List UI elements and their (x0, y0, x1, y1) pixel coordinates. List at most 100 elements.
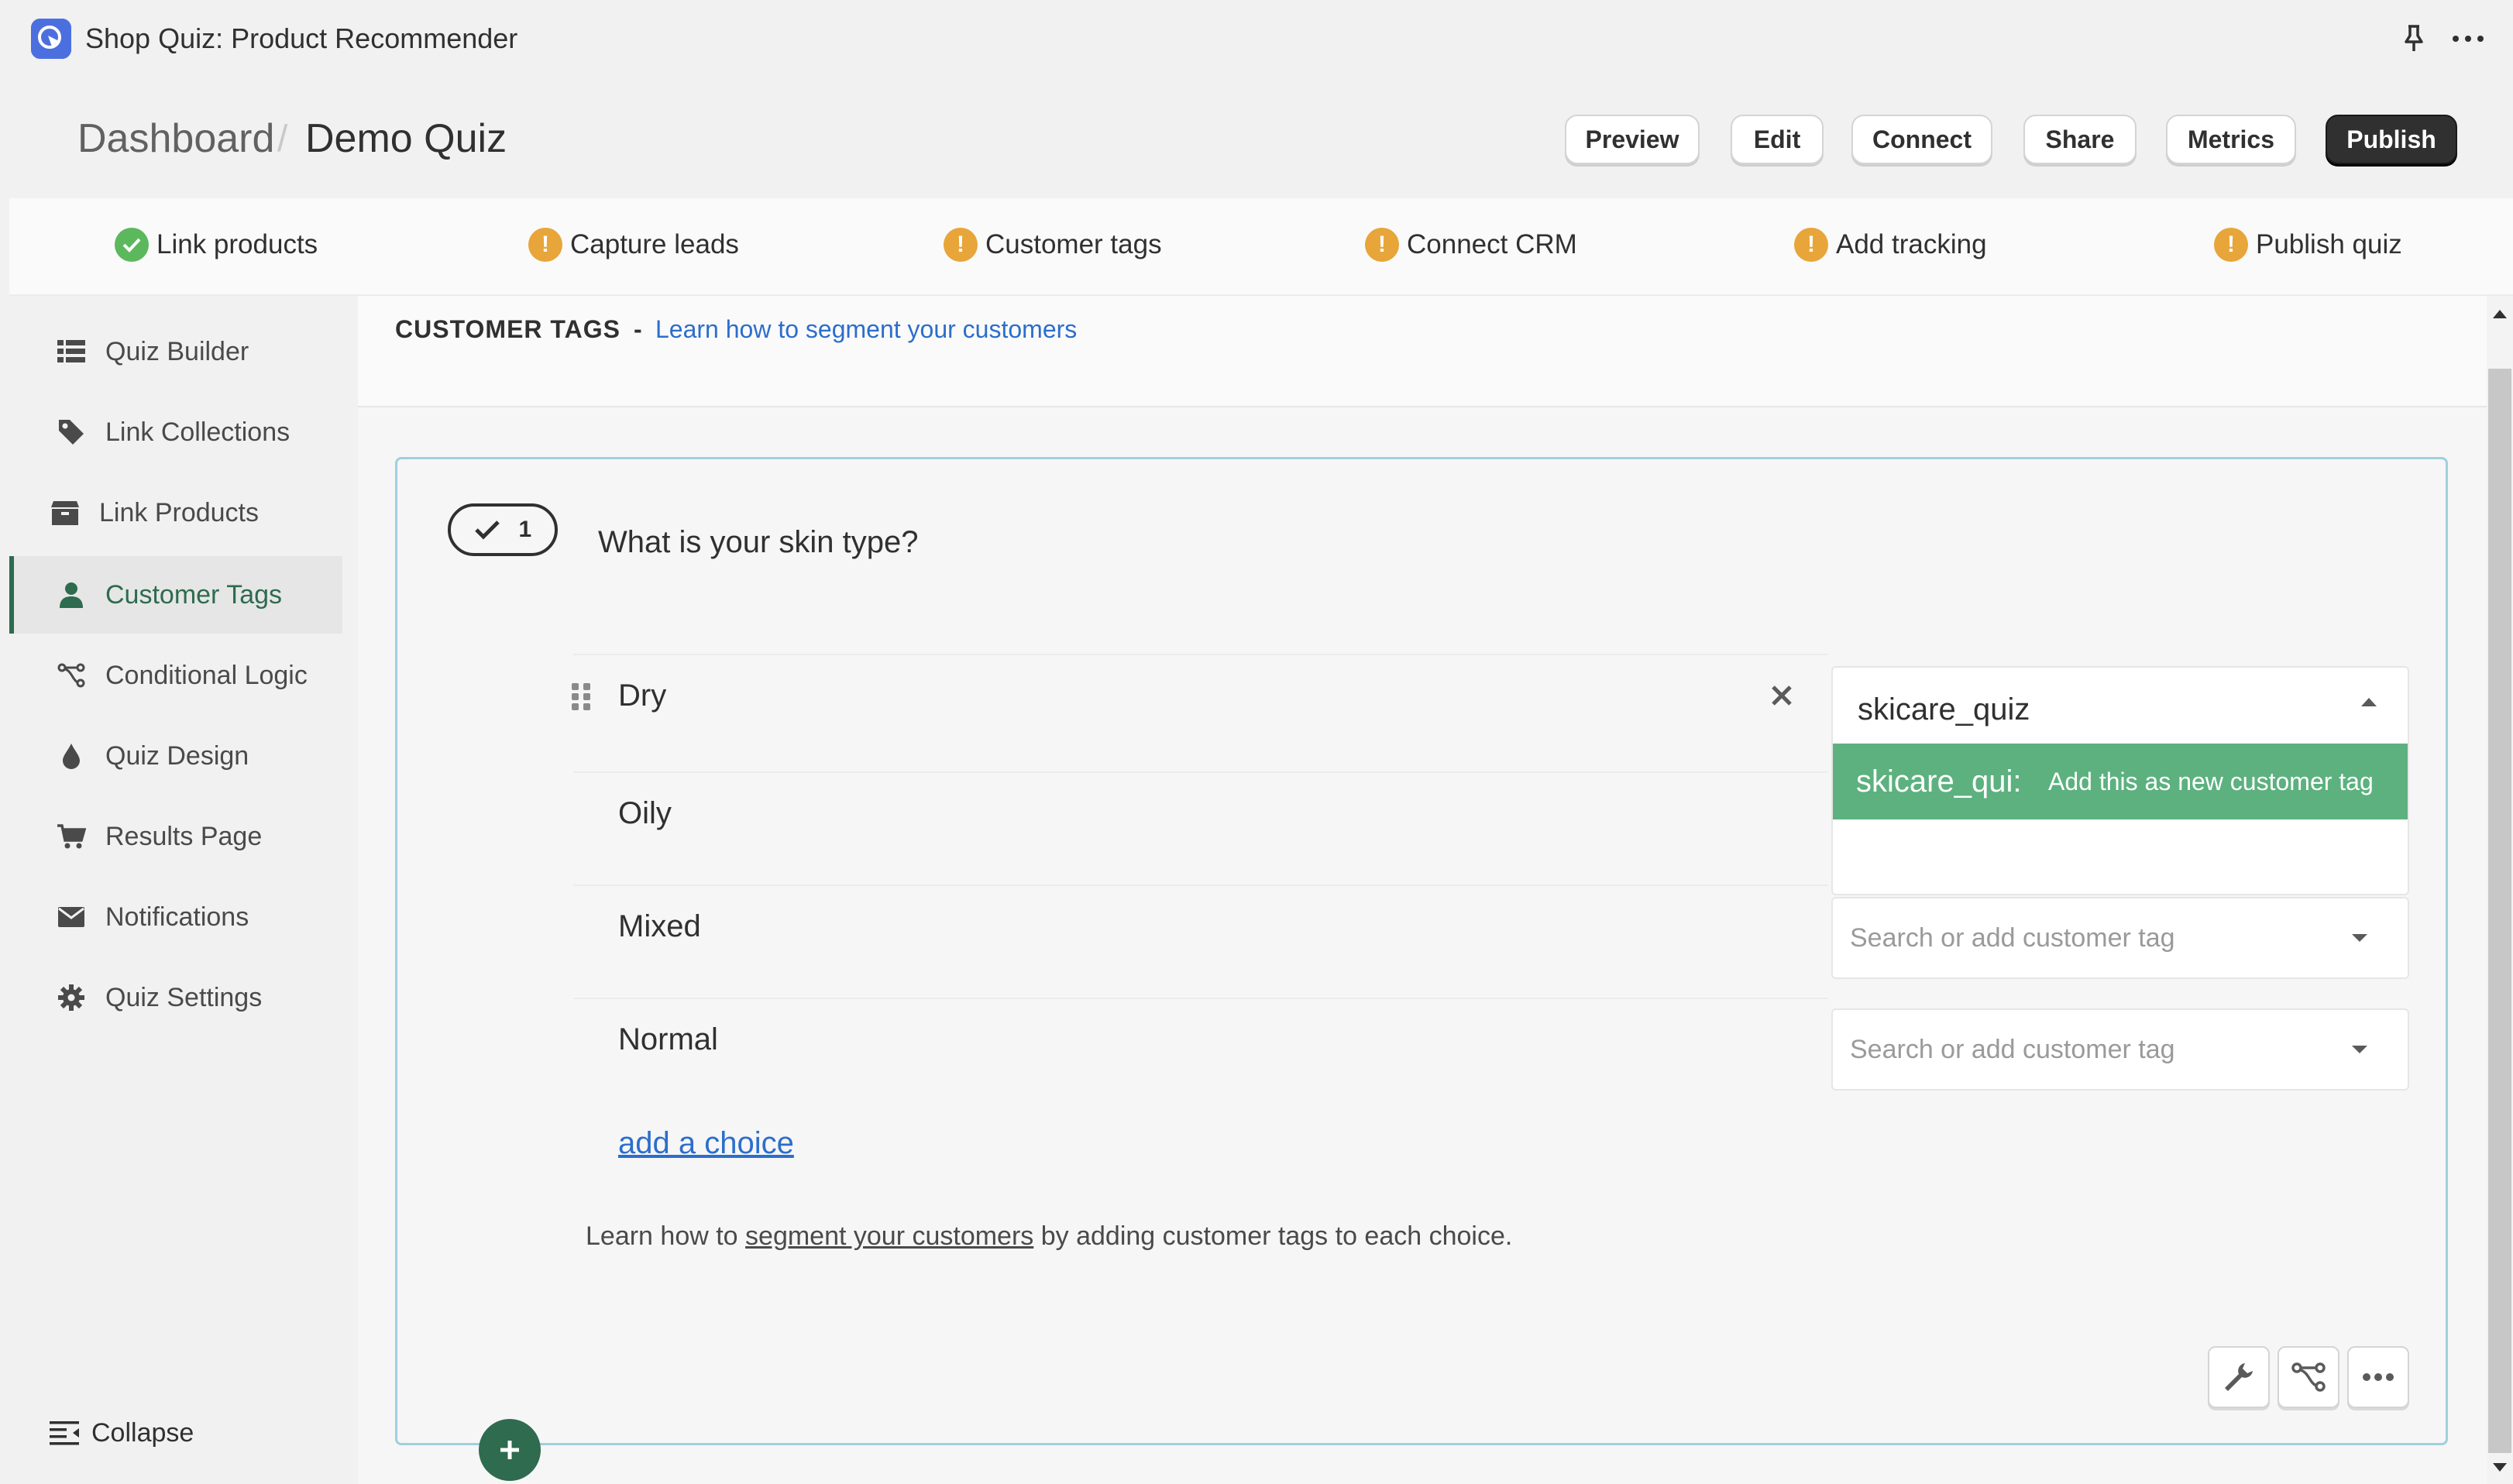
choice-label-oily[interactable]: Oily (618, 792, 672, 835)
question-number-badge[interactable]: 1 (448, 503, 558, 556)
sidebar-item-quiz-design[interactable]: Quiz Design (9, 717, 342, 795)
wrench-icon (2222, 1360, 2256, 1394)
sidebar-item-label: Link Products (99, 497, 259, 527)
list-icon (53, 333, 90, 370)
choice-label-mixed[interactable]: Mixed (618, 905, 701, 948)
warning-icon: ! (2214, 228, 2248, 262)
choice-label-dry[interactable]: Dry (618, 674, 666, 717)
step-label: Capture leads (570, 229, 739, 259)
section-title: CUSTOMER TAGS (395, 315, 621, 343)
warning-icon: ! (1365, 228, 1399, 262)
add-choice-link[interactable]: add a choice (618, 1122, 794, 1165)
step-publish-quiz[interactable]: ! Publish quiz (2214, 223, 2402, 266)
collapse-label: Collapse (91, 1417, 194, 1448)
breadcrumb-current-quiz: Demo Quiz (305, 116, 507, 161)
cart-icon (53, 818, 90, 855)
tag-icon (53, 414, 90, 451)
scrollbar-thumb[interactable] (2488, 369, 2511, 1453)
section-title-separator: - (634, 315, 642, 343)
choice-divider (573, 654, 1828, 655)
pin-icon[interactable] (2397, 22, 2431, 56)
help-text-suffix: by adding customer tags to each choice. (1033, 1221, 1513, 1251)
warning-icon: ! (944, 228, 978, 262)
breadcrumb-separator: / (277, 119, 288, 160)
drag-handle-icon[interactable] (569, 682, 593, 713)
chevron-up-icon[interactable] (2358, 692, 2380, 711)
droplet-icon (53, 737, 90, 775)
step-label: Link products (156, 229, 318, 259)
user-icon (53, 576, 90, 613)
warning-icon: ! (1794, 228, 1828, 262)
warning-icon: ! (528, 228, 562, 262)
collapse-sidebar-button[interactable]: Collapse (50, 1411, 194, 1455)
sidebar-item-customer-tags[interactable]: Customer Tags (9, 556, 342, 634)
chevron-down-icon (2349, 930, 2370, 946)
app-logo-icon (31, 19, 71, 59)
add-question-button[interactable] (479, 1419, 541, 1481)
app-title: Shop Quiz: Product Recommender (85, 22, 518, 54)
collapse-icon (50, 1420, 81, 1446)
step-label: Customer tags (985, 229, 1162, 259)
step-connect-crm[interactable]: ! Connect CRM (1365, 223, 1577, 266)
sidebar-item-label: Conditional Logic (105, 660, 308, 690)
setup-progress-bar (9, 198, 2513, 296)
customer-tag-search-input[interactable]: skicare_quiz (1858, 688, 2030, 731)
breadcrumb-dashboard[interactable]: Dashboard (77, 115, 274, 163)
more-options-icon[interactable] (2448, 22, 2488, 56)
sidebar-item-results-page[interactable]: Results Page (9, 798, 342, 875)
new-tag-hint: Add this as new customer tag (2048, 767, 2374, 795)
checkmark-icon (474, 520, 500, 540)
choice-divider (573, 771, 1828, 773)
logic-button[interactable] (2278, 1346, 2339, 1408)
more-options-icon (2361, 1372, 2395, 1383)
sidebar-item-conditional-logic[interactable]: Conditional Logic (9, 637, 342, 714)
segment-customers-link[interactable]: Learn how to segment your customers (655, 313, 1077, 345)
sidebar-item-label: Results Page (105, 821, 263, 851)
step-label: Publish quiz (2256, 229, 2402, 259)
step-add-tracking[interactable]: ! Add tracking (1794, 223, 1987, 266)
step-capture-leads[interactable]: ! Capture leads (528, 223, 739, 266)
customer-tag-select-normal[interactable]: Search or add customer tag (1831, 1008, 2409, 1091)
help-text-prefix: Learn how to (586, 1221, 746, 1251)
step-label: Connect CRM (1407, 229, 1577, 259)
choice-divider (573, 885, 1828, 886)
metrics-button[interactable]: Metrics (2166, 115, 2296, 164)
sidebar-item-notifications[interactable]: Notifications (9, 878, 342, 956)
customer-tag-select-mixed[interactable]: Search or add customer tag (1831, 897, 2409, 979)
sidebar-item-quiz-builder[interactable]: Quiz Builder (9, 313, 342, 390)
publish-button[interactable]: Publish (2326, 115, 2457, 164)
sidebar-item-link-products[interactable]: Link Products (9, 474, 342, 551)
check-circle-icon (115, 228, 149, 262)
wrench-button[interactable] (2208, 1346, 2270, 1408)
sidebar-item-label: Quiz Builder (105, 336, 249, 366)
scroll-up-arrow-icon[interactable] (2491, 307, 2508, 321)
box-icon (46, 494, 84, 531)
edit-button[interactable]: Edit (1731, 115, 1824, 164)
new-tag-value: skicare_qui: (1856, 764, 2022, 799)
question-number: 1 (518, 517, 532, 542)
question-text: What is your skin type? (598, 525, 919, 559)
step-link-products[interactable]: Link products (115, 223, 318, 266)
branch-icon (53, 657, 90, 694)
customer-tag-placeholder: Search or add customer tag (1850, 1034, 2175, 1064)
sidebar-item-link-collections[interactable]: Link Collections (9, 393, 342, 471)
sidebar-item-label: Quiz Settings (105, 982, 263, 1012)
close-icon[interactable] (1769, 682, 1794, 709)
gear-icon (53, 979, 90, 1016)
segment-customers-inline-link[interactable]: segment your customers (745, 1221, 1033, 1251)
envelope-icon (53, 898, 90, 936)
plus-icon (497, 1438, 522, 1462)
choice-label-normal[interactable]: Normal (618, 1018, 718, 1061)
step-customer-tags[interactable]: ! Customer tags (944, 223, 1162, 266)
sidebar-item-label: Customer Tags (105, 579, 283, 610)
add-new-tag-option[interactable]: skicare_qui: Add this as new customer ta… (1833, 744, 2408, 819)
scroll-down-arrow-icon[interactable] (2491, 1461, 2508, 1475)
choice-divider (573, 998, 1828, 999)
chevron-down-icon (2349, 1042, 2370, 1057)
share-button[interactable]: Share (2023, 115, 2137, 164)
connect-button[interactable]: Connect (1851, 115, 1992, 164)
sidebar-item-label: Quiz Design (105, 740, 249, 771)
sidebar-item-quiz-settings[interactable]: Quiz Settings (9, 959, 342, 1036)
preview-button[interactable]: Preview (1565, 115, 1700, 164)
more-actions-button[interactable] (2347, 1346, 2409, 1408)
